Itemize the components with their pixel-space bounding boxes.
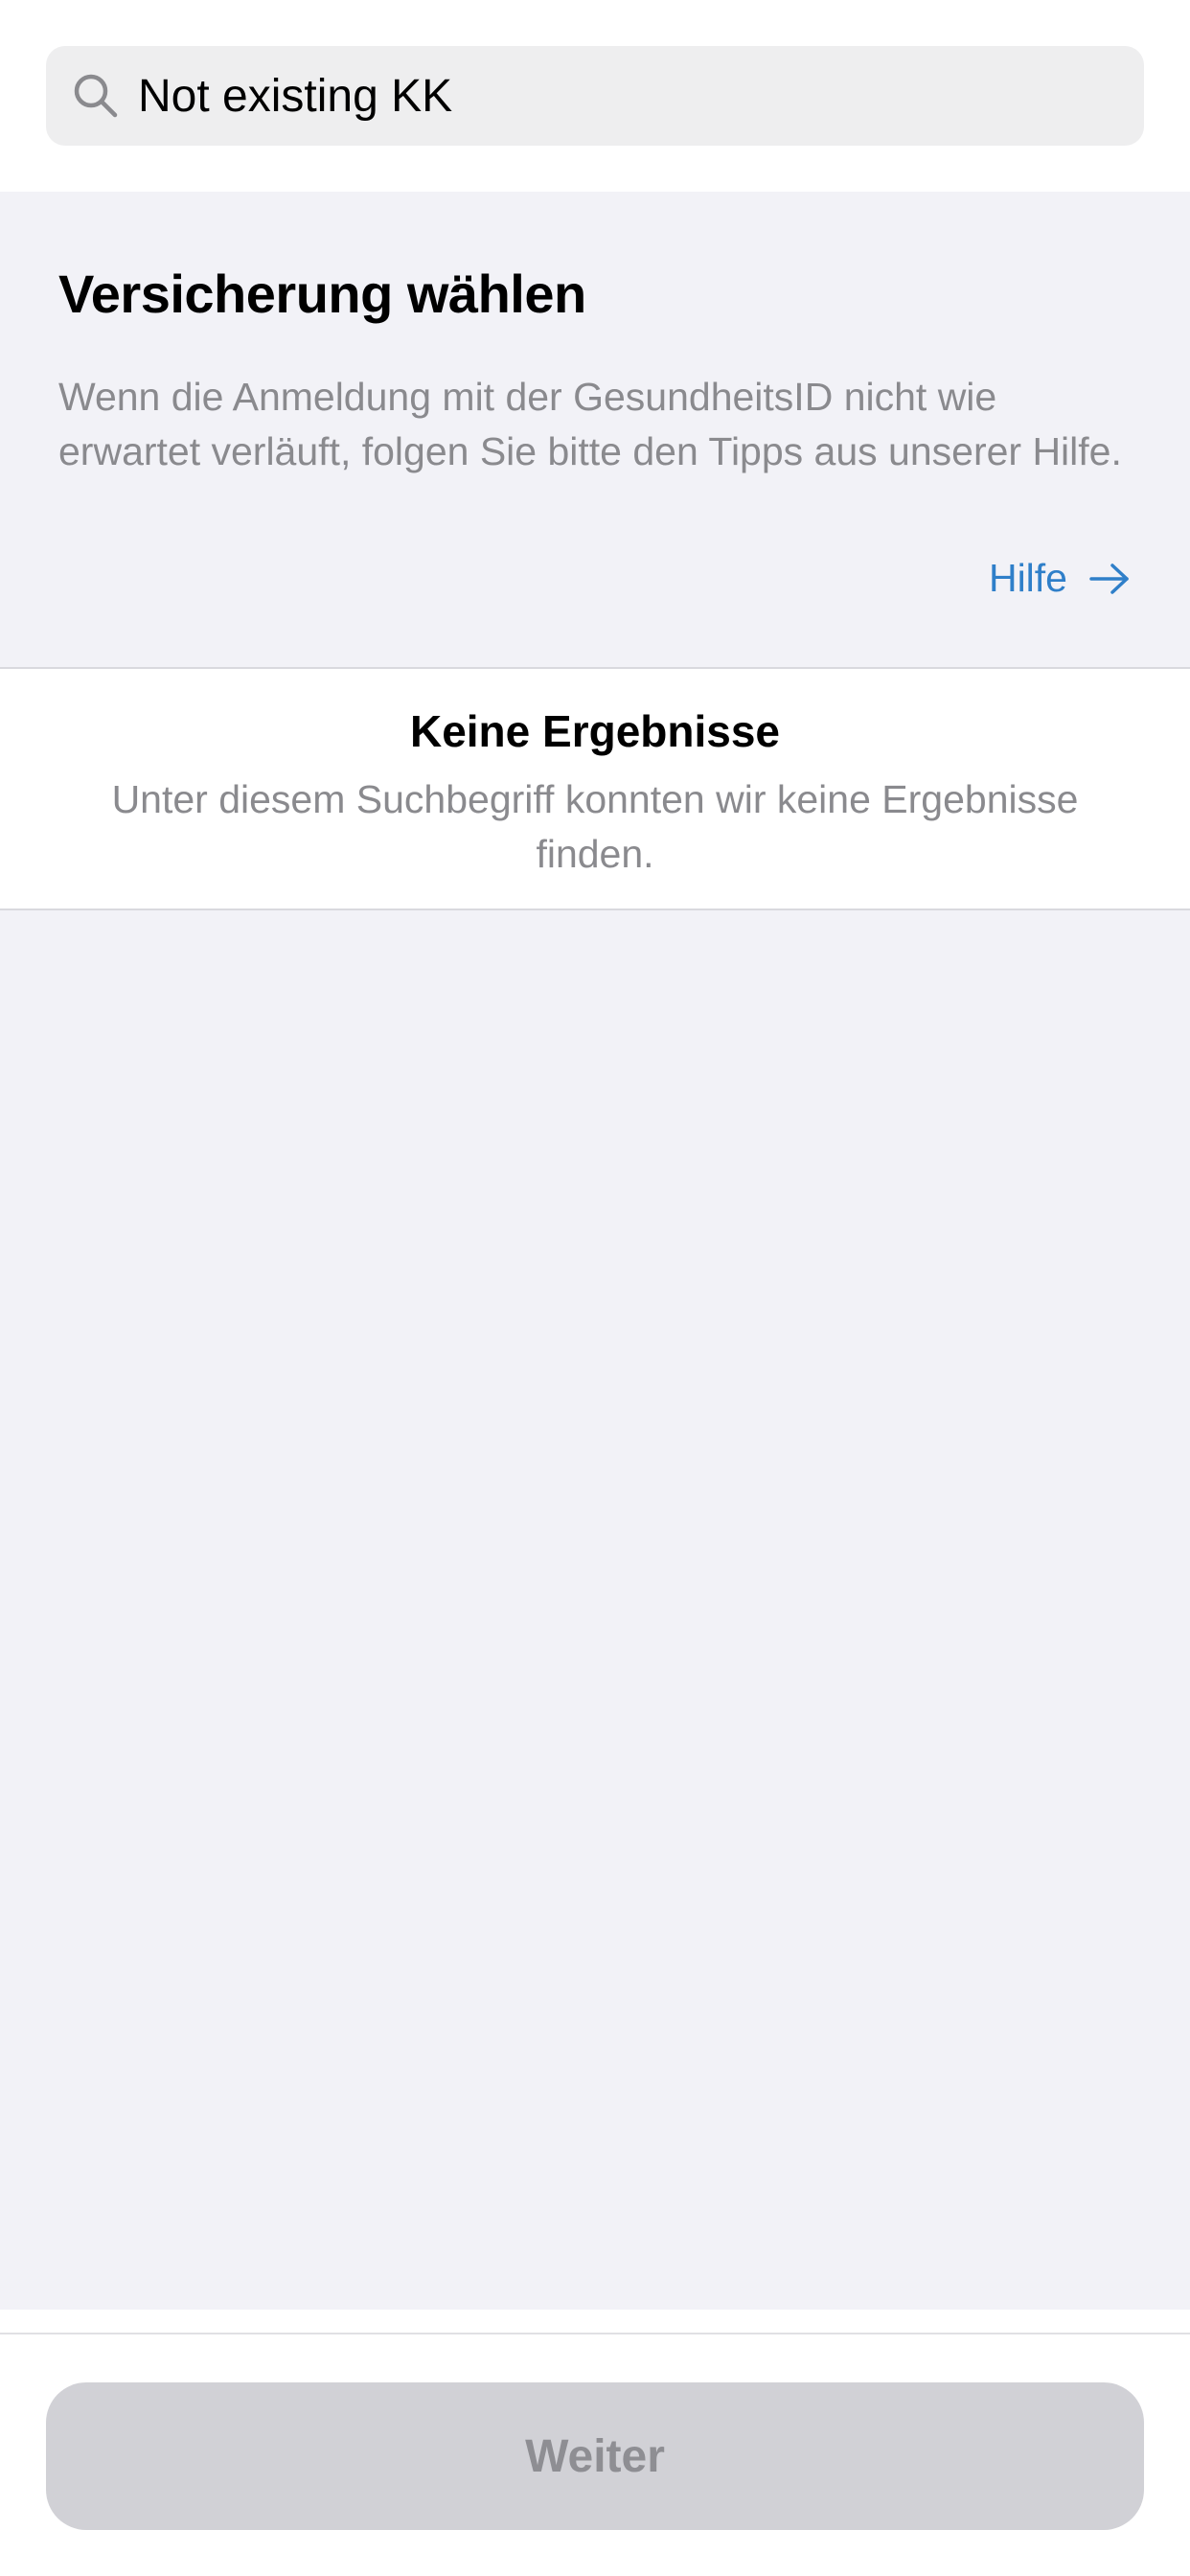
search-input[interactable] (90, 46, 1067, 146)
empty-state: Keine Ergebnisse Unter diesem Suchbegrif… (0, 669, 1190, 910)
help-link-label: Hilfe (988, 556, 1067, 600)
search-field[interactable] (46, 46, 1144, 146)
help-link[interactable]: Hilfe (989, 556, 1131, 601)
bottom-action-bar: Weiter (0, 2333, 1190, 2576)
empty-state-title: Keine Ergebnisse (409, 706, 781, 756)
results-list-background (0, 910, 1190, 2310)
continue-button[interactable]: Weiter (46, 2382, 1144, 2530)
insurance-info-section: Versicherung wählen Wenn die Anmeldung m… (0, 192, 1190, 669)
page-title: Versicherung wählen (58, 264, 586, 324)
empty-state-text: Unter diesem Suchbegriff konnten wir kei… (111, 777, 1079, 876)
search-bar-container (0, 0, 1190, 192)
arrow-right-icon (1089, 563, 1129, 594)
info-description: Wenn die Anmeldung mit der GesundheitsID… (58, 375, 1122, 473)
